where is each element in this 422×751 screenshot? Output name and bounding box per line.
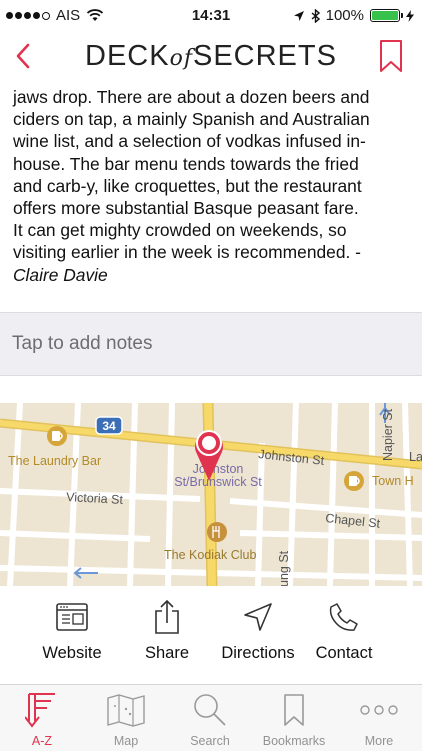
directions-icon [244, 603, 272, 631]
map-label-town-hotel: Town H [372, 474, 414, 488]
description-line: and carb-y, like croquettes, but the res… [13, 175, 362, 196]
more-icon [360, 705, 398, 715]
route-shield-icon: 34 [95, 416, 123, 435]
location-map[interactable]: 34 The Laundry Bar Johnston St La Victor… [0, 403, 422, 586]
map-label-napier-st: Napier St [381, 408, 395, 461]
description-line: visiting earlier in the week is recommen… [13, 242, 361, 263]
tab-a-z[interactable]: A-Z [2, 690, 82, 748]
tab-more[interactable]: More [339, 690, 419, 748]
battery-percent: 100% [325, 7, 364, 24]
tab-search[interactable]: Search [170, 690, 250, 748]
beer-poi-icon[interactable] [47, 426, 67, 446]
phone-icon [329, 603, 358, 631]
contact-button[interactable]: Contact [299, 598, 389, 663]
tab-bookmarks[interactable]: Bookmarks [254, 690, 334, 748]
a-z-icon [25, 693, 55, 728]
map-label-laundry-bar: The Laundry Bar [8, 454, 101, 468]
beer-poi-icon[interactable] [344, 471, 364, 491]
description-line: offers more substantial Basque peasant f… [13, 198, 359, 219]
map-label-kodiak-club: The Kodiak Club [164, 548, 256, 562]
status-right: 100% [293, 7, 414, 24]
app-title: DECKofSECRETS [85, 40, 337, 72]
route-number: 34 [102, 419, 116, 433]
tab-label: Search [190, 734, 230, 748]
tab-bar: A-Z Map Search Bookmarks More [0, 684, 422, 751]
battery-icon [370, 9, 403, 22]
review-author: Claire Davie [13, 264, 108, 285]
map-label-la: La [409, 450, 422, 464]
notes-field[interactable]: Tap to add notes [0, 312, 422, 376]
navigation-bar: DECKofSECRETS [0, 30, 422, 82]
description-line: It can get mighty crowded on weekends, s… [13, 220, 347, 241]
venue-description: jaws drop. There are about a dozen beers… [13, 86, 413, 286]
bookmark-icon[interactable] [378, 38, 404, 74]
tab-label: A-Z [31, 734, 53, 748]
share-label: Share [144, 644, 190, 662]
directions-button[interactable]: Directions [213, 598, 303, 663]
map-pin-label-line-1: Johnston [193, 462, 244, 476]
share-icon [155, 599, 179, 634]
restaurant-poi-icon[interactable] [207, 522, 227, 542]
directions-label: Directions [221, 644, 295, 662]
map-icon [107, 694, 145, 727]
tab-label: More [364, 734, 394, 748]
notes-placeholder: Tap to add notes [12, 333, 153, 354]
website-label: Website [42, 644, 102, 662]
description-line: wine list, and a selection of vodkas inf… [13, 131, 366, 152]
share-button[interactable]: Share [122, 598, 212, 663]
description-line: house. The bar menu tends towards the fr… [13, 153, 359, 174]
tab-map[interactable]: Map [86, 690, 166, 748]
search-icon [194, 694, 226, 726]
map-canvas[interactable]: 34 The Laundry Bar Johnston St La Victor… [0, 403, 422, 586]
location-arrow-icon [293, 10, 304, 21]
description-line: ciders on tap, a mainly Spanish and Aust… [13, 109, 370, 130]
venue-actions: Website Share Directions Contact [0, 586, 422, 684]
charging-bolt-icon [406, 9, 414, 22]
status-bar: AIS 14:31 100% [0, 0, 422, 30]
description-line: jaws drop. There are about a dozen beers… [13, 87, 370, 107]
tab-label: Map [113, 734, 139, 748]
map-pin-label-line-2: St/Brunswick St [174, 475, 262, 489]
map-label-ung-st: ung St [277, 550, 291, 586]
tab-label: Bookmarks [262, 734, 326, 748]
website-icon [56, 603, 88, 631]
map-label-victoria-st: Victoria St [66, 490, 124, 507]
bookmark-icon [284, 694, 304, 726]
contact-label: Contact [315, 644, 373, 662]
bluetooth-icon [311, 8, 320, 23]
website-button[interactable]: Website [27, 598, 117, 663]
